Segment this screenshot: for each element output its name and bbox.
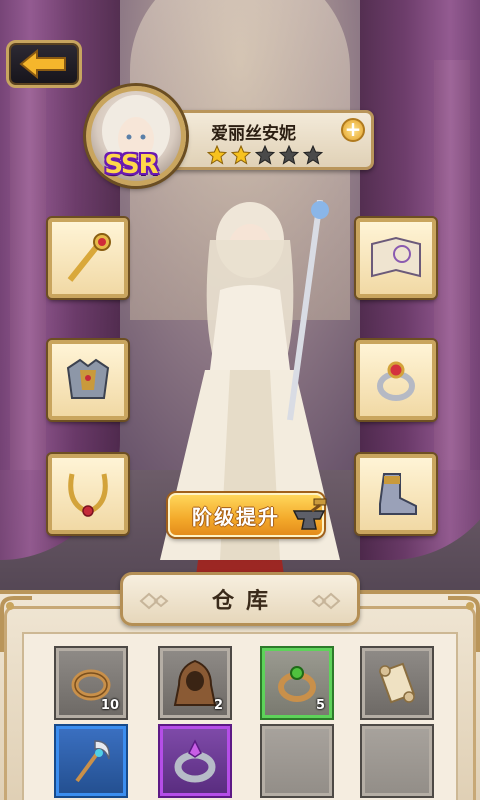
inventory-slot-empty[interactable] (362, 726, 432, 796)
equip-slot-armor[interactable] (48, 340, 128, 420)
star-empty-icon (255, 145, 275, 165)
ring-icon (377, 361, 415, 401)
boots-icon (379, 473, 417, 515)
rank-upgrade-button[interactable]: 阶级提升 (168, 493, 327, 537)
staff-head-icon (67, 233, 111, 282)
inventory-slot[interactable]: 10 (56, 648, 126, 718)
inventory-slot[interactable]: 5 (262, 648, 332, 718)
star-empty-icon (279, 145, 299, 165)
equip-slot-weapon[interactable] (48, 218, 128, 298)
scroll-icon (378, 662, 416, 704)
inventory-slot[interactable] (160, 726, 230, 796)
necklace-icon (68, 473, 108, 517)
crescent-staff-icon (75, 740, 110, 783)
back-button[interactable] (6, 40, 82, 88)
title-ornament-right-icon (311, 592, 341, 610)
item-quantity: 2 (213, 698, 223, 713)
upgrade-label: 阶级提升 (192, 504, 280, 529)
crystal-ring-icon (174, 739, 216, 783)
equip-slot-book[interactable] (356, 218, 436, 298)
spellbook-icon (371, 236, 421, 278)
inventory-slot[interactable]: 2 (160, 648, 230, 718)
inventory-slot[interactable] (56, 726, 126, 796)
add-button[interactable]: + (341, 118, 365, 142)
warehouse-title-bar: 仓库 (120, 572, 360, 626)
equip-slot-necklace[interactable] (48, 454, 128, 534)
warehouse-title: 仓库 (211, 589, 280, 614)
inventory-slot[interactable] (362, 648, 432, 718)
star-rating (207, 145, 323, 165)
equip-slot-boots[interactable] (356, 454, 436, 534)
equip-slot-ring[interactable] (356, 340, 436, 420)
star-empty-icon (303, 145, 323, 165)
inventory-slot-empty[interactable] (262, 726, 332, 796)
rarity-badge: SSR (104, 150, 158, 180)
armor-icon (66, 358, 110, 399)
item-quantity: 5 (315, 698, 325, 713)
star-filled-icon (207, 145, 227, 165)
hero-name: 爱丽丝安妮 (211, 124, 296, 144)
anvil-hammer-icon (292, 498, 327, 530)
item-quantity: 10 (100, 698, 119, 713)
hero-name-panel: 爱丽丝安妮 + (168, 110, 374, 170)
star-filled-icon (231, 145, 251, 165)
back-arrow-icon (19, 49, 66, 79)
title-ornament-left-icon (139, 592, 169, 610)
